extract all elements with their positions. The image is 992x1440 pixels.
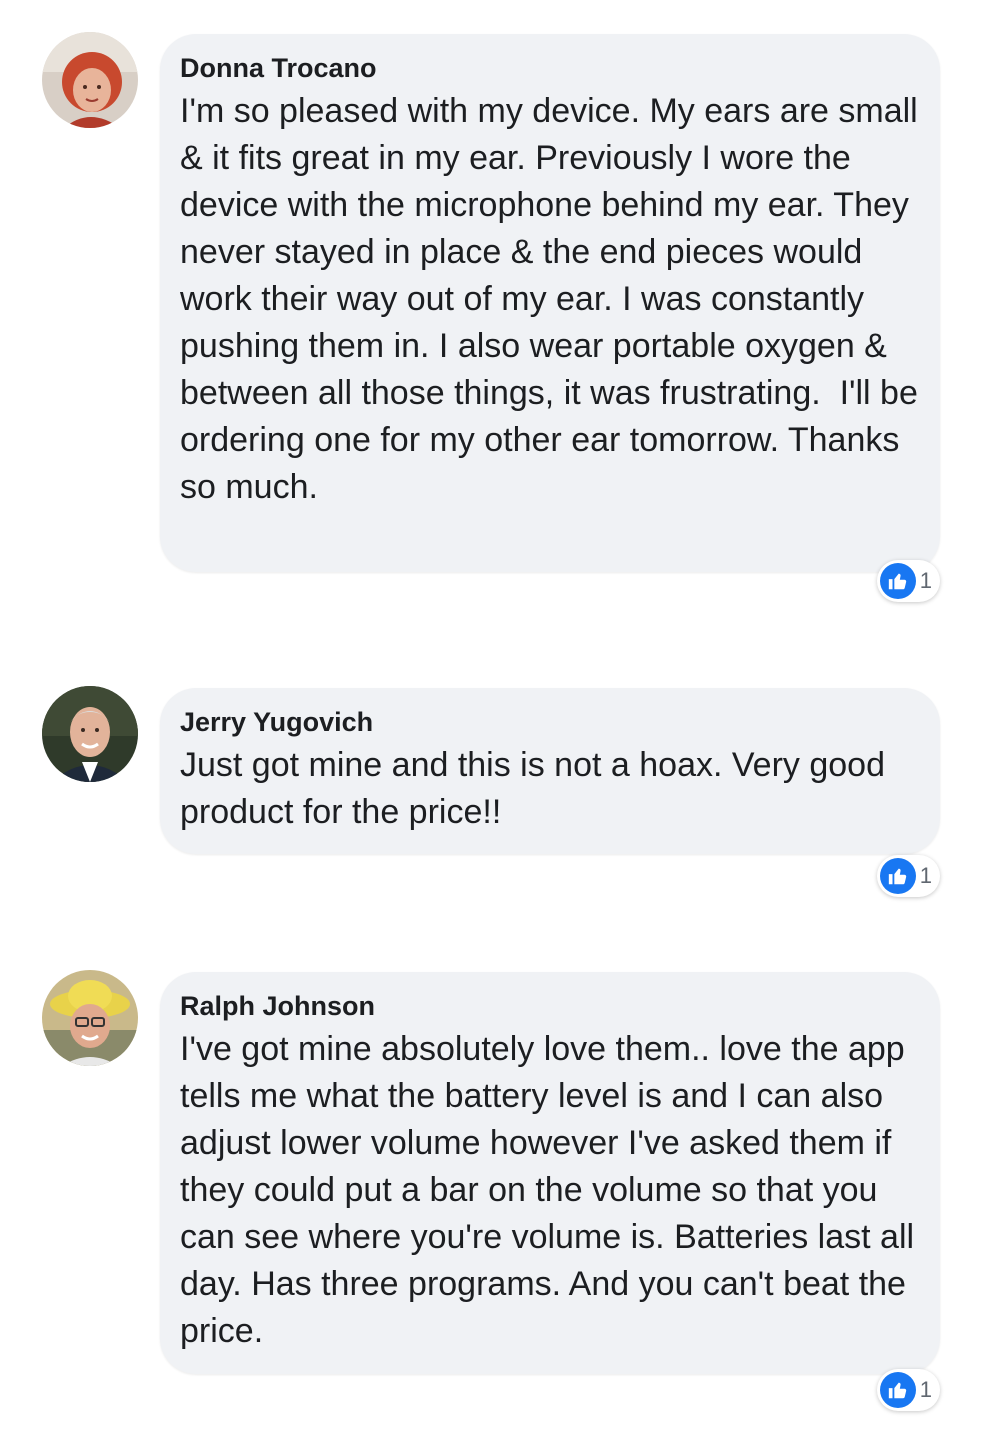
reaction-badge[interactable]: 1 [876,560,940,602]
like-icon [879,1372,916,1408]
comment-bubble: Donna Trocano I'm so pleased with my dev… [160,34,940,572]
avatar-photo [42,970,138,1066]
comment-author[interactable]: Donna Trocano [180,50,377,86]
avatar[interactable] [42,32,138,128]
reaction-count: 1 [919,1377,932,1402]
comment-bubble: Ralph Johnson I've got mine absolutely l… [160,972,940,1374]
comment-text: I've got mine absolutely love them.. lov… [180,1030,924,1350]
comment-author[interactable]: Jerry Yugovich [180,704,373,740]
like-icon [879,563,916,599]
comment-text: Just got mine and this is not a hoax. Ve… [180,746,895,831]
avatar-photo [42,686,138,782]
avatar-photo [42,32,138,128]
reaction-badge[interactable]: 1 [876,855,940,897]
avatar[interactable] [42,686,138,782]
reaction-count: 1 [919,568,932,593]
reaction-count: 1 [919,863,932,888]
reaction-badge[interactable]: 1 [876,1369,940,1411]
comment-text: I'm so pleased with my device. My ears a… [180,92,928,506]
comment-bubble: Jerry Yugovich Just got mine and this is… [160,688,940,854]
comment-author[interactable]: Ralph Johnson [180,988,375,1024]
like-icon [879,858,916,894]
avatar[interactable] [42,970,138,1066]
